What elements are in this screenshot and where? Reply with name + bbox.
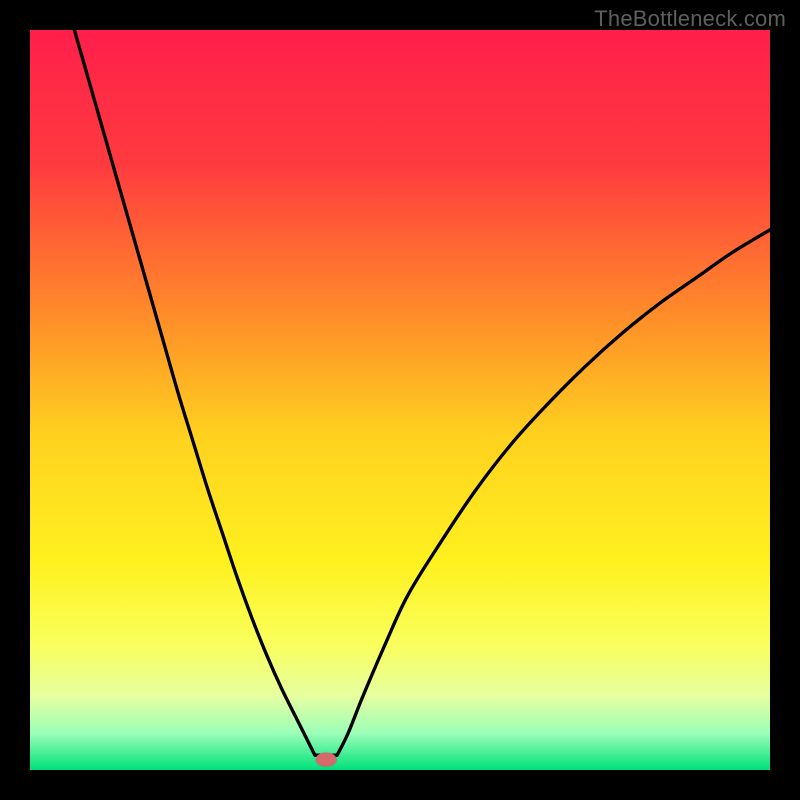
bottleneck-curve	[30, 30, 770, 770]
plot-area	[30, 30, 770, 770]
chart-frame: TheBottleneck.com	[0, 0, 800, 800]
watermark-text: TheBottleneck.com	[594, 6, 786, 32]
selected-point-marker	[316, 752, 337, 767]
